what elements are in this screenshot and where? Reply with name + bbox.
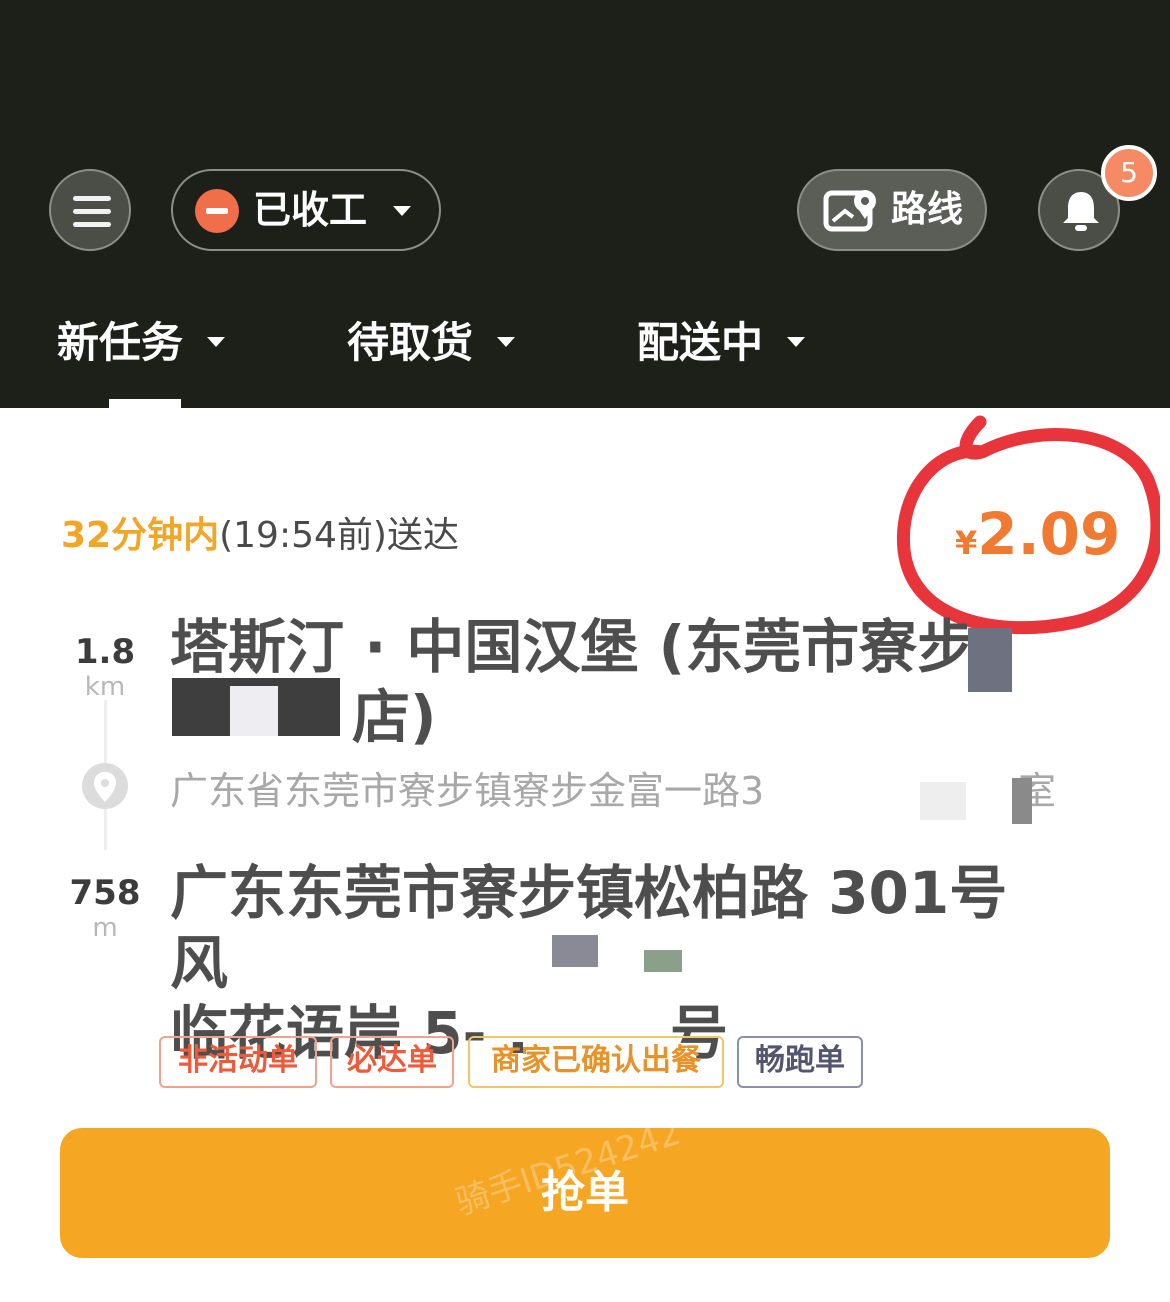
- active-tab-indicator: [109, 399, 181, 408]
- deadline-highlight: 32分钟内: [61, 515, 220, 556]
- tab-label: 新任务: [57, 318, 184, 367]
- chevron-down-icon: [787, 337, 805, 347]
- tag-meal-ready: 商家已确认出餐: [468, 1036, 724, 1088]
- menu-button[interactable]: [49, 169, 131, 251]
- price-currency: ¥: [955, 524, 978, 562]
- price-amount: 2.09: [977, 500, 1121, 568]
- pickup-address: 广东省东莞市寮步镇寮步金富一路3 室: [170, 766, 1056, 816]
- pickup-distance-value: 1.8: [74, 632, 136, 672]
- tag-non-promo: 非活动单: [159, 1036, 317, 1088]
- pickup-distance-unit: km: [84, 672, 126, 702]
- pickup-shop-name-line1: 塔斯汀 · 中国汉堡 (东莞市寮步: [170, 613, 976, 681]
- dropoff-distance-unit: m: [92, 913, 118, 943]
- deadline-text: (19:54前)送达: [219, 515, 459, 556]
- off-duty-icon: [195, 189, 239, 233]
- order-price: ¥2.09: [955, 500, 1120, 568]
- tab-label: 配送中: [637, 318, 764, 367]
- dropoff-distance-value: 758: [69, 873, 141, 913]
- pickup-distance: 1.8 km: [65, 632, 145, 702]
- top-bar: 已收工 路线 5 新任务 待取货 配送中: [0, 0, 1170, 408]
- work-status-label: 已收工: [253, 188, 368, 232]
- chevron-down-icon: [497, 337, 515, 347]
- route-label: 路线: [891, 189, 964, 230]
- dropoff-address-line1: 广东东莞市寮步镇松柏路 301号风: [170, 859, 1008, 997]
- redaction-mark: [230, 686, 278, 736]
- tag-must-deliver: 必达单: [330, 1036, 454, 1088]
- redaction-mark: [552, 935, 598, 967]
- bell-icon: [1063, 192, 1099, 231]
- redaction-mark: [644, 950, 682, 972]
- tab-label: 待取货: [347, 318, 474, 367]
- tab-delivering[interactable]: 配送中: [637, 315, 817, 371]
- location-pin-icon: [82, 763, 128, 809]
- work-status-dropdown[interactable]: 已收工: [171, 169, 441, 251]
- map-icon: [823, 190, 876, 232]
- chevron-down-icon: [393, 206, 411, 216]
- tag-smooth-run: 畅跑单: [737, 1036, 863, 1088]
- tab-new-tasks[interactable]: 新任务: [57, 315, 237, 371]
- pickup-address-text: 广东省东莞市寮步镇寮步金富一路3: [170, 769, 765, 813]
- notification-badge: 5: [1101, 145, 1157, 201]
- tab-pending-pickup[interactable]: 待取货: [347, 315, 527, 371]
- chevron-down-icon: [207, 337, 225, 347]
- redaction-mark: [920, 782, 966, 820]
- route-button[interactable]: 路线: [797, 169, 987, 251]
- redaction-mark: [968, 628, 1012, 692]
- delivery-deadline: 32分钟内(19:54前)送达: [61, 513, 459, 559]
- redaction-mark: [1012, 778, 1032, 824]
- dropoff-distance: 758 m: [65, 873, 145, 943]
